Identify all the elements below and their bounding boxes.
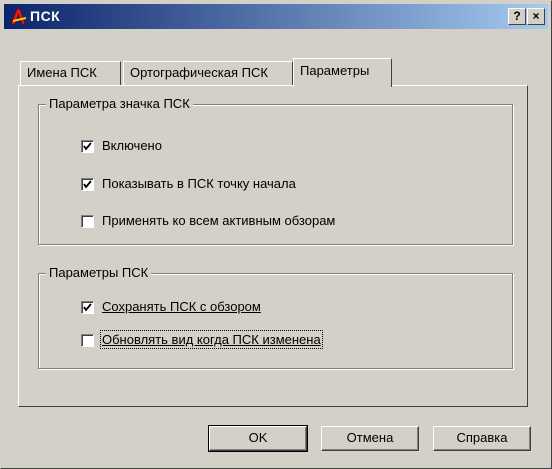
checkbox-box[interactable] bbox=[81, 140, 94, 153]
tab-ucs-names[interactable]: Имена ПСК bbox=[20, 61, 121, 85]
ucs-dialog: ПСК ? × Имена ПСК Ортографическая ПСК Па… bbox=[0, 0, 552, 469]
cancel-button[interactable]: Отмена bbox=[321, 426, 419, 451]
checkbox-box[interactable] bbox=[81, 215, 94, 228]
checkbox-label: Сохранять ПСК с обзором bbox=[102, 299, 261, 314]
checkbox-label: Применять ко всем активным обзорам bbox=[102, 213, 336, 228]
close-button[interactable]: × bbox=[527, 8, 545, 25]
ucs-icon-settings-label: Параметра значка ПСК bbox=[46, 96, 193, 111]
checkbox-label: Показывать в ПСК точку начала bbox=[102, 176, 296, 191]
ucs-settings-label: Параметры ПСК bbox=[46, 265, 152, 280]
checkbox-box[interactable] bbox=[81, 334, 94, 347]
help-title-button[interactable]: ? bbox=[508, 8, 526, 25]
ok-button[interactable]: OK bbox=[208, 425, 308, 452]
checkbox-box[interactable] bbox=[81, 178, 94, 191]
help-button[interactable]: Справка bbox=[433, 426, 531, 451]
checkbox-label: Включено bbox=[102, 138, 162, 153]
title-bar[interactable]: ПСК ? × bbox=[4, 4, 548, 29]
window-title: ПСК bbox=[30, 8, 61, 24]
ucs-settings-group: Параметры ПСК Сохранять ПСК с обзором Об… bbox=[38, 265, 513, 369]
ucs-icon-settings-group: Параметра значка ПСК Включено Показывать… bbox=[38, 96, 513, 245]
checkbox-label: Обновлять вид когда ПСК изменена bbox=[100, 330, 323, 349]
settings-tab-panel: Параметра значка ПСК Включено Показывать… bbox=[18, 85, 528, 407]
tab-settings[interactable]: Параметры bbox=[293, 58, 392, 87]
checkbox-box[interactable] bbox=[81, 301, 94, 314]
tab-orthographic-ucs[interactable]: Ортографическая ПСК bbox=[123, 61, 293, 85]
app-logo-icon bbox=[10, 7, 28, 25]
